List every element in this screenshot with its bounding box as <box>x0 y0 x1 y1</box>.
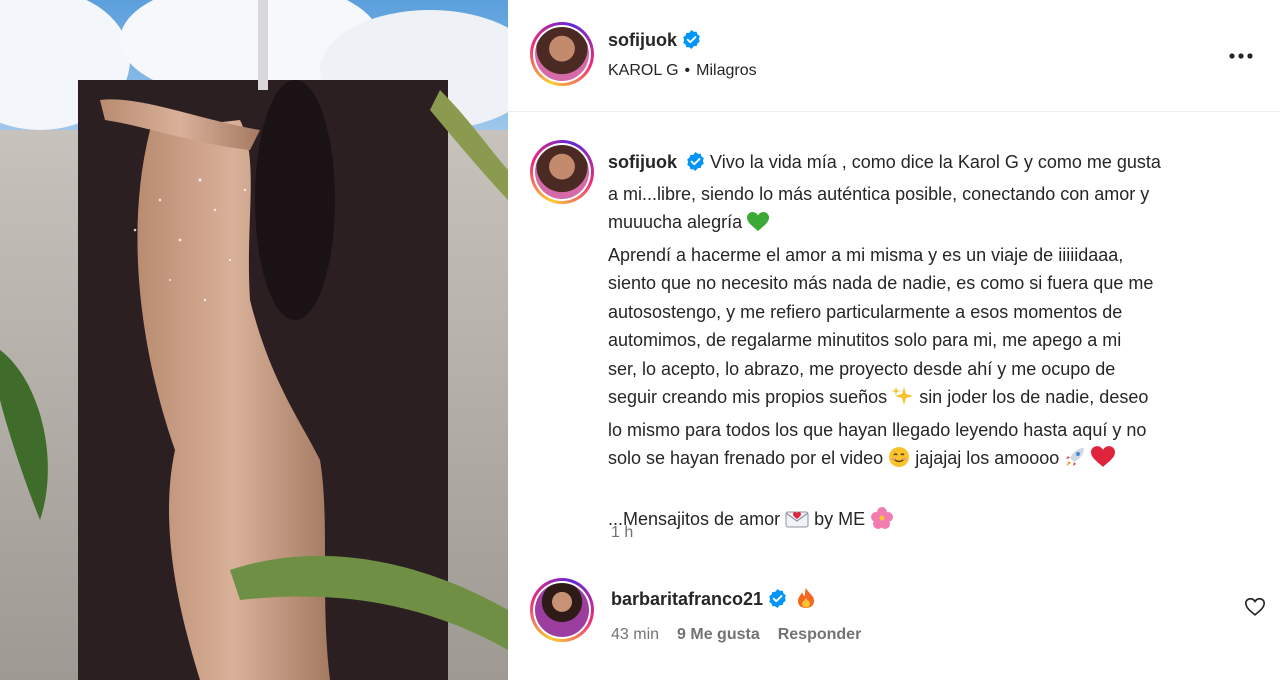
sparkles-emoji <box>892 385 914 416</box>
audio-artist[interactable]: KAROL G <box>608 62 679 79</box>
green-heart-emoji <box>747 212 770 241</box>
caption-timestamp[interactable]: 1 h <box>611 524 633 542</box>
audio-separator: • <box>684 62 691 79</box>
caption-author[interactable]: sofijuok <box>608 152 677 172</box>
caption-para2-c: lo mismo para todos los que hayan llegad… <box>608 419 1147 440</box>
commenter-username[interactable]: barbaritafranco21 <box>611 589 763 609</box>
caption-closing-a: ...Mensajitos de amor <box>608 508 781 529</box>
smiling-face-emoji <box>888 446 910 477</box>
post-author[interactable]: sofijuok <box>608 30 701 54</box>
verified-badge-icon <box>686 151 705 180</box>
caption-para2-b: sin joder los de nadie, deseo <box>919 387 1149 407</box>
caption-line-1: Vivo la vida mía , como dice la Karol G … <box>710 152 1161 172</box>
red-heart-emoji <box>1091 446 1116 477</box>
rocket-emoji <box>1064 446 1086 477</box>
caption-author-avatar[interactable] <box>530 140 594 204</box>
post-header: sofijuok KAROL G • Milagros <box>508 0 1280 112</box>
caption-para2-d: solo se hayan frenado por el video <box>608 448 884 468</box>
verified-badge-icon <box>768 589 787 613</box>
caption-closing-b: by ME <box>814 508 866 529</box>
audio-attribution[interactable]: KAROL G • Milagros <box>608 62 757 80</box>
comment: barbaritafranco21 <box>611 587 816 614</box>
more-options-icon[interactable] <box>1226 44 1256 68</box>
post-caption: sofijuok Vivo la vida mía , como dice la… <box>608 148 1258 537</box>
post-photo <box>0 0 508 680</box>
comment-meta: 43 min 9 Me gusta Responder <box>611 626 879 644</box>
caption-paragraph-2: Aprendí a hacerme el amor a mi misma y e… <box>608 244 1154 408</box>
commenter-avatar[interactable] <box>530 578 594 642</box>
hibiscus-emoji <box>870 506 894 538</box>
audio-song[interactable]: Milagros <box>696 62 756 79</box>
caption-line-2: a mi...libre, siendo lo más auténtica po… <box>608 183 1150 204</box>
caption-para2-e: jajajaj los amoooo <box>915 448 1060 468</box>
author-username[interactable]: sofijuok <box>608 30 677 50</box>
comment-reply-button[interactable]: Responder <box>778 626 862 643</box>
verified-badge-icon <box>682 30 701 54</box>
love-letter-emoji <box>785 507 809 538</box>
heart-outline-icon[interactable] <box>1244 596 1266 618</box>
comment-time[interactable]: 43 min <box>611 626 659 643</box>
caption-line-3: muuucha alegría <box>608 212 743 232</box>
author-avatar[interactable] <box>530 22 594 86</box>
post-media[interactable] <box>0 0 508 680</box>
post-detail-panel: sofijuok KAROL G • Milagros sofijuok Vivo … <box>508 0 1280 680</box>
comment-likes[interactable]: 9 Me gusta <box>677 626 760 643</box>
fire-emoji <box>796 587 816 614</box>
